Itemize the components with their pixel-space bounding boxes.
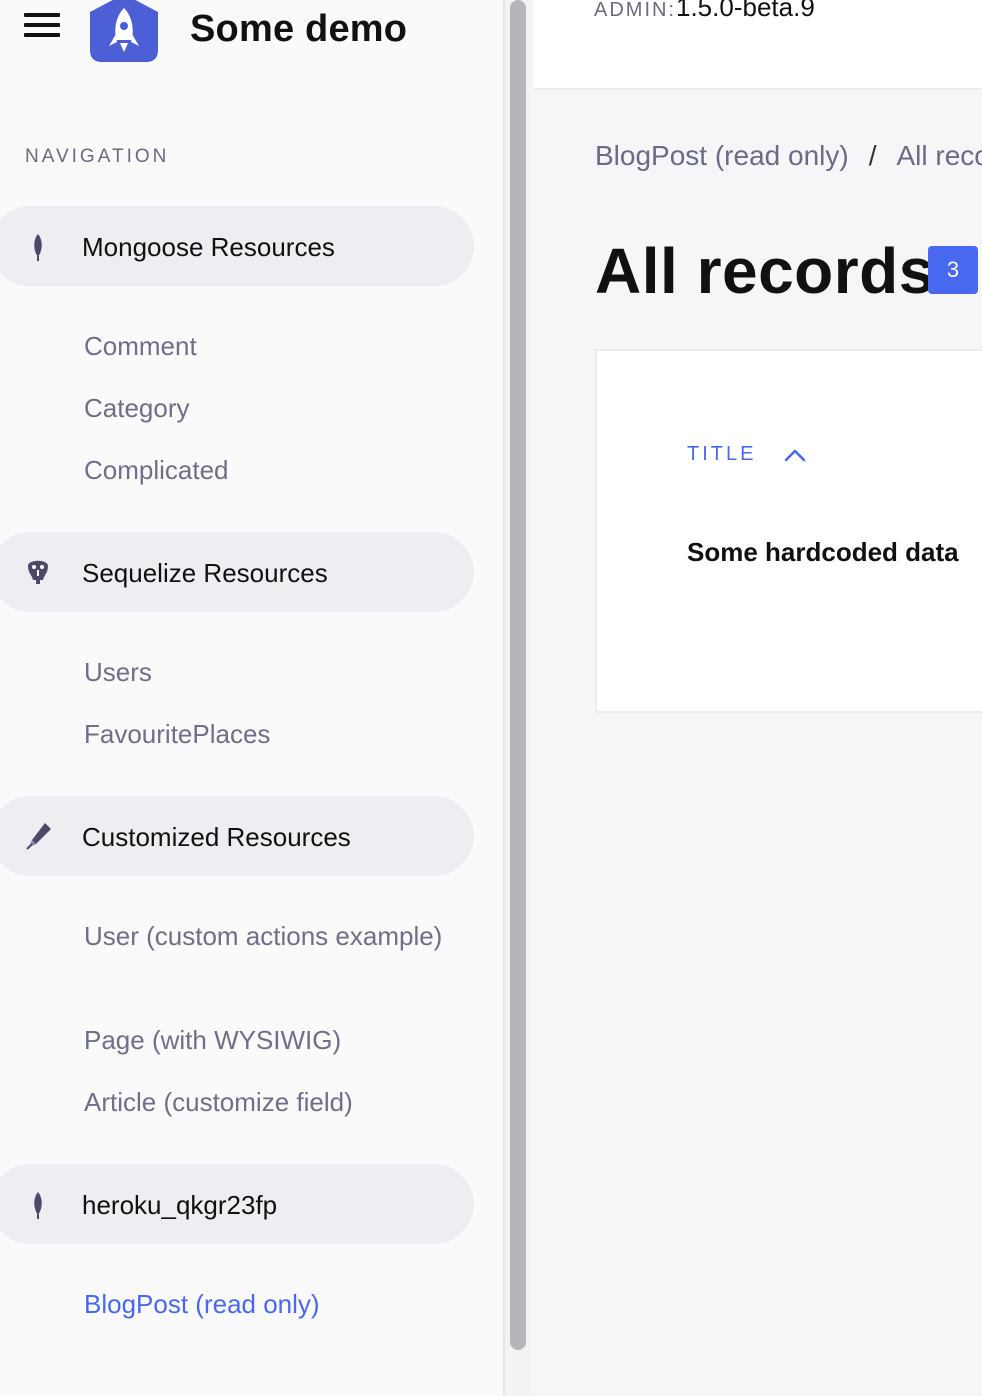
mongo-leaf-icon bbox=[34, 1192, 42, 1219]
sidebar-item-user-custom-actions[interactable]: User (custom actions example) bbox=[84, 915, 464, 957]
sidebar-item-page-wysiwig[interactable]: Page (with WYSIWIG) bbox=[84, 1019, 464, 1061]
sidebar-item-complicated[interactable]: Complicated bbox=[84, 449, 464, 491]
sidebar-item-comment[interactable]: Comment bbox=[84, 325, 464, 367]
sidebar-item-blogpost-read-only[interactable]: BlogPost (read only) bbox=[84, 1283, 464, 1325]
postgres-elephant-icon bbox=[28, 560, 48, 584]
rocket-logo-icon bbox=[90, 0, 158, 62]
page-title: All records bbox=[595, 235, 935, 307]
version-label: ADMIN: bbox=[594, 0, 676, 21]
sidebar-item-category[interactable]: Category bbox=[84, 387, 464, 429]
hamburger-menu-icon[interactable] bbox=[24, 13, 60, 39]
breadcrumb-separator: / bbox=[868, 140, 877, 171]
column-header-title[interactable]: TITLE bbox=[687, 443, 756, 466]
breadcrumb: BlogPost (read only) / All records bbox=[595, 140, 982, 172]
nav-group-customized-resources[interactable]: Customized Resources bbox=[0, 796, 474, 876]
version-value: 1.5.0-beta.9 bbox=[676, 0, 815, 22]
sidebar: Some demo NAVIGATION Mongoose Resources … bbox=[0, 0, 503, 1396]
sidebar-scrollbar-thumb[interactable] bbox=[510, 0, 526, 1350]
top-bar: ADMIN:1.5.0-beta.9 bbox=[534, 0, 982, 90]
nav-group-label: Sequelize Resources bbox=[82, 558, 328, 588]
nav-group-label: heroku_qkgr23fp bbox=[82, 1190, 278, 1220]
records-count-badge: 3 bbox=[928, 246, 978, 294]
brand-name: Some demo bbox=[190, 8, 408, 50]
breadcrumb-current: All records bbox=[896, 140, 982, 171]
breadcrumb-resource-link[interactable]: BlogPost (read only) bbox=[595, 140, 849, 171]
nav-group-mongoose-resources[interactable]: Mongoose Resources bbox=[0, 206, 474, 286]
nav-group-heroku-database[interactable]: heroku_qkgr23fp bbox=[0, 1164, 474, 1244]
sidebar-item-article-customize-field[interactable]: Article (customize field) bbox=[84, 1081, 464, 1123]
chevron-up-icon[interactable] bbox=[783, 447, 807, 463]
nav-group-label: Customized Resources bbox=[82, 822, 351, 852]
mongo-leaf-icon bbox=[34, 234, 42, 261]
pencil-icon bbox=[26, 823, 51, 850]
table-row-title-cell[interactable]: Some hardcoded data bbox=[687, 537, 959, 568]
sidebar-item-users[interactable]: Users bbox=[84, 651, 464, 693]
nav-group-sequelize-resources[interactable]: Sequelize Resources bbox=[0, 532, 474, 612]
navigation-heading: NAVIGATION bbox=[25, 146, 170, 167]
version-info: ADMIN:1.5.0-beta.9 bbox=[594, 0, 815, 23]
nav-group-label: Mongoose Resources bbox=[82, 232, 335, 262]
records-table: TITLE Some hardcoded data bbox=[595, 349, 982, 713]
sidebar-item-favouriteplaces[interactable]: FavouritePlaces bbox=[84, 713, 464, 755]
